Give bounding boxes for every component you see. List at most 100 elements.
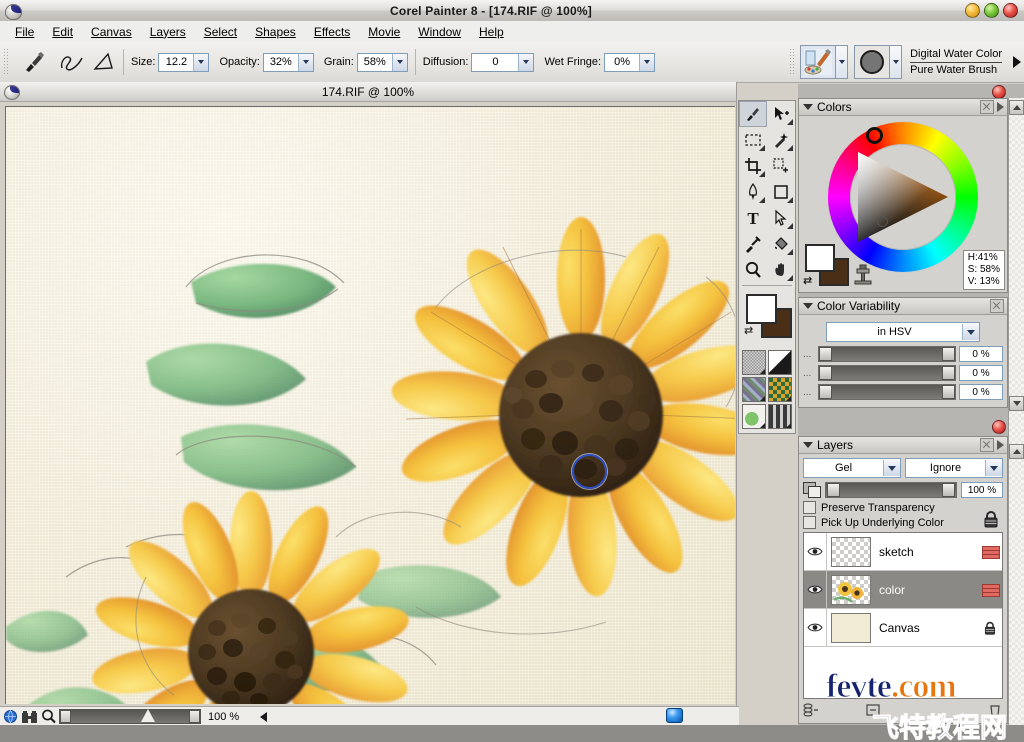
lower-scroll-up-button[interactable] bbox=[1009, 444, 1024, 459]
variability-slider-3[interactable] bbox=[818, 384, 956, 400]
colors-menu-icon[interactable] bbox=[997, 102, 1004, 112]
binoculars-icon[interactable] bbox=[21, 710, 38, 724]
pick-up-underlying-row[interactable]: Pick Up Underlying Color bbox=[803, 511, 1003, 529]
canvas[interactable] bbox=[5, 106, 735, 704]
image-hose-selector[interactable] bbox=[742, 404, 766, 429]
colors-close-icon[interactable] bbox=[980, 100, 994, 114]
zoom-slider[interactable] bbox=[59, 709, 201, 724]
variability-mode-select[interactable]: in HSV bbox=[826, 322, 980, 342]
variability-slider-2[interactable] bbox=[818, 365, 956, 381]
brush-variant-arrow[interactable] bbox=[890, 45, 903, 79]
minimize-button[interactable] bbox=[965, 3, 980, 18]
layer-adjuster-tool[interactable] bbox=[767, 101, 795, 127]
composite-depth-select[interactable]: Ignore bbox=[905, 458, 1003, 478]
variability-value-3[interactable]: 0 % bbox=[959, 384, 1003, 400]
wet-fringe-input[interactable]: 0% bbox=[604, 52, 656, 72]
layer-visibility-toggle[interactable] bbox=[804, 571, 827, 608]
menu-window[interactable]: Window bbox=[409, 23, 470, 41]
magnifier-icon[interactable] bbox=[41, 709, 56, 724]
property-bar-grip[interactable] bbox=[3, 49, 10, 75]
menu-canvas[interactable]: Canvas bbox=[82, 23, 141, 41]
variability-slider-1[interactable] bbox=[818, 346, 956, 362]
magnifier-tool[interactable] bbox=[739, 257, 767, 283]
menu-select[interactable]: Select bbox=[195, 23, 246, 41]
dropper-tool[interactable] bbox=[739, 231, 767, 257]
composite-method-arrow[interactable] bbox=[883, 460, 900, 476]
opacity-input[interactable]: 32% bbox=[262, 52, 314, 72]
layer-opacity-value[interactable]: 100 % bbox=[961, 482, 1003, 498]
colors-twirl-icon[interactable] bbox=[803, 104, 813, 110]
dynamic-plugins-icon[interactable] bbox=[865, 703, 881, 717]
layers-twirl-icon[interactable] bbox=[803, 442, 813, 448]
layer-visibility-toggle[interactable] bbox=[804, 533, 827, 570]
rectangular-shape-tool[interactable] bbox=[767, 179, 795, 205]
variability-value-2[interactable]: 0 % bbox=[959, 365, 1003, 381]
table-row[interactable]: Canvas bbox=[804, 609, 1002, 647]
info-globe-icon[interactable] bbox=[3, 709, 18, 724]
upper-palette-scrollbar[interactable] bbox=[1008, 84, 1024, 414]
layers-group-close-button[interactable] bbox=[992, 420, 1006, 434]
sv-indicator[interactable] bbox=[877, 216, 888, 227]
layer-stack-icon[interactable] bbox=[978, 545, 1002, 559]
upper-palette-close-button[interactable] bbox=[992, 85, 1006, 99]
pen-tool[interactable] bbox=[739, 179, 767, 205]
grabber-tool[interactable] bbox=[767, 257, 795, 283]
scroll-up-button[interactable] bbox=[1009, 100, 1024, 115]
swap-colors-icon[interactable]: ⇄ bbox=[744, 324, 753, 337]
lower-palette-scrollbar[interactable] bbox=[1008, 414, 1024, 742]
colors-main-chip[interactable] bbox=[805, 244, 835, 272]
paint-bucket-tool[interactable] bbox=[767, 231, 795, 257]
weave-selector[interactable] bbox=[768, 377, 792, 402]
text-tool[interactable]: T bbox=[739, 205, 767, 231]
colors-palette-header[interactable]: Colors bbox=[799, 99, 1007, 116]
table-row[interactable]: color bbox=[804, 571, 1002, 609]
preserve-transparency-checkbox[interactable] bbox=[803, 501, 816, 514]
grain-input[interactable]: 58% bbox=[356, 52, 408, 72]
lock-icon[interactable] bbox=[981, 510, 1001, 531]
variability-twirl-icon[interactable] bbox=[803, 303, 813, 309]
property-bar-expand-arrow[interactable] bbox=[1010, 51, 1024, 73]
clone-color-stamp-icon[interactable] bbox=[853, 263, 873, 288]
variability-value-1[interactable]: 0 % bbox=[959, 346, 1003, 362]
selection-adjuster-tool[interactable] bbox=[767, 153, 795, 179]
menu-file[interactable]: File bbox=[6, 23, 43, 41]
color-variability-header[interactable]: Color Variability bbox=[799, 298, 1007, 315]
layer-name[interactable]: Canvas bbox=[879, 621, 978, 635]
zoom-slider-handle[interactable] bbox=[141, 709, 156, 722]
variability-mode-arrow[interactable] bbox=[962, 324, 979, 340]
main-color-chip[interactable] bbox=[746, 294, 777, 324]
close-button[interactable] bbox=[1003, 3, 1018, 18]
layer-visibility-toggle[interactable] bbox=[804, 609, 827, 646]
layer-name[interactable]: color bbox=[879, 583, 978, 597]
paper-selector[interactable] bbox=[742, 350, 766, 375]
opacity-dropdown-arrow[interactable] bbox=[297, 53, 313, 71]
menu-edit[interactable]: Edit bbox=[43, 23, 82, 41]
rectangular-selection-tool[interactable] bbox=[739, 127, 767, 153]
layer-stack-icon[interactable] bbox=[978, 583, 1002, 597]
pattern-selector[interactable] bbox=[742, 377, 766, 402]
variability-close-icon[interactable] bbox=[990, 299, 1004, 313]
looks-selector[interactable] bbox=[768, 404, 792, 429]
pick-up-underlying-checkbox[interactable] bbox=[803, 516, 816, 529]
brush-tool[interactable] bbox=[739, 101, 767, 127]
brush-variant-selector[interactable] bbox=[854, 45, 903, 79]
preserve-transparency-row[interactable]: Preserve Transparency bbox=[803, 501, 1003, 514]
hue-indicator[interactable] bbox=[866, 127, 883, 144]
layer-list[interactable]: sketch color Canvas bbox=[803, 532, 1003, 699]
diffusion-dropdown-arrow[interactable] bbox=[518, 53, 534, 71]
diffusion-input[interactable]: 0 bbox=[471, 52, 535, 72]
resize-grip-indicator[interactable] bbox=[666, 708, 683, 723]
layer-opacity-slider[interactable] bbox=[825, 482, 957, 498]
crop-tool[interactable] bbox=[739, 153, 767, 179]
composite-method-select[interactable]: Gel bbox=[803, 458, 901, 478]
magic-wand-tool[interactable] bbox=[767, 127, 795, 153]
grain-dropdown-arrow[interactable] bbox=[391, 53, 407, 71]
freehand-stroke-icon[interactable] bbox=[58, 50, 86, 74]
brush-selector-grip[interactable] bbox=[789, 49, 797, 75]
layers-palette-header[interactable]: Layers bbox=[799, 437, 1007, 454]
composite-depth-arrow[interactable] bbox=[985, 460, 1002, 476]
colors-swap-icon[interactable]: ⇄ bbox=[803, 274, 812, 287]
brush-category-arrow[interactable] bbox=[836, 45, 849, 79]
status-expand-arrow[interactable] bbox=[260, 711, 268, 722]
size-input[interactable]: 12.2 bbox=[158, 52, 210, 72]
